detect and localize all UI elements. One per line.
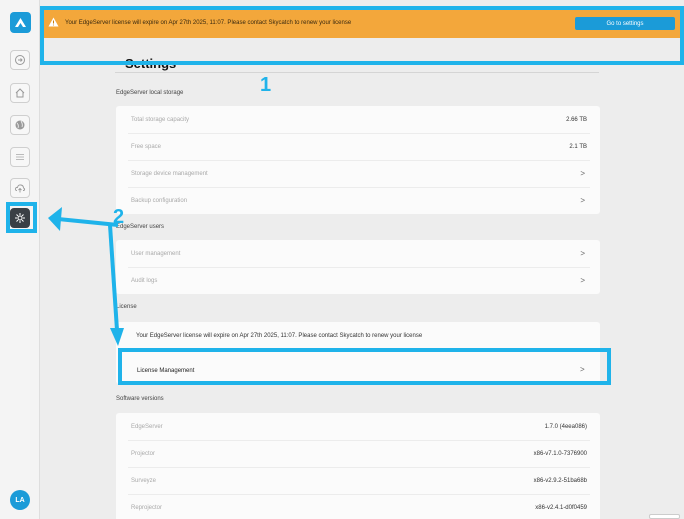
- arrow-to-license: [108, 224, 119, 331]
- annotation-step-1: 1: [260, 74, 272, 96]
- annotation-arrows: [48, 207, 124, 346]
- arrowhead-license: [110, 328, 124, 346]
- arrow-to-gear: [57, 217, 119, 227]
- annotation-step-2: 2: [113, 206, 125, 228]
- bottom-corner-button[interactable]: [649, 514, 680, 519]
- arrowhead-gear: [48, 207, 62, 231]
